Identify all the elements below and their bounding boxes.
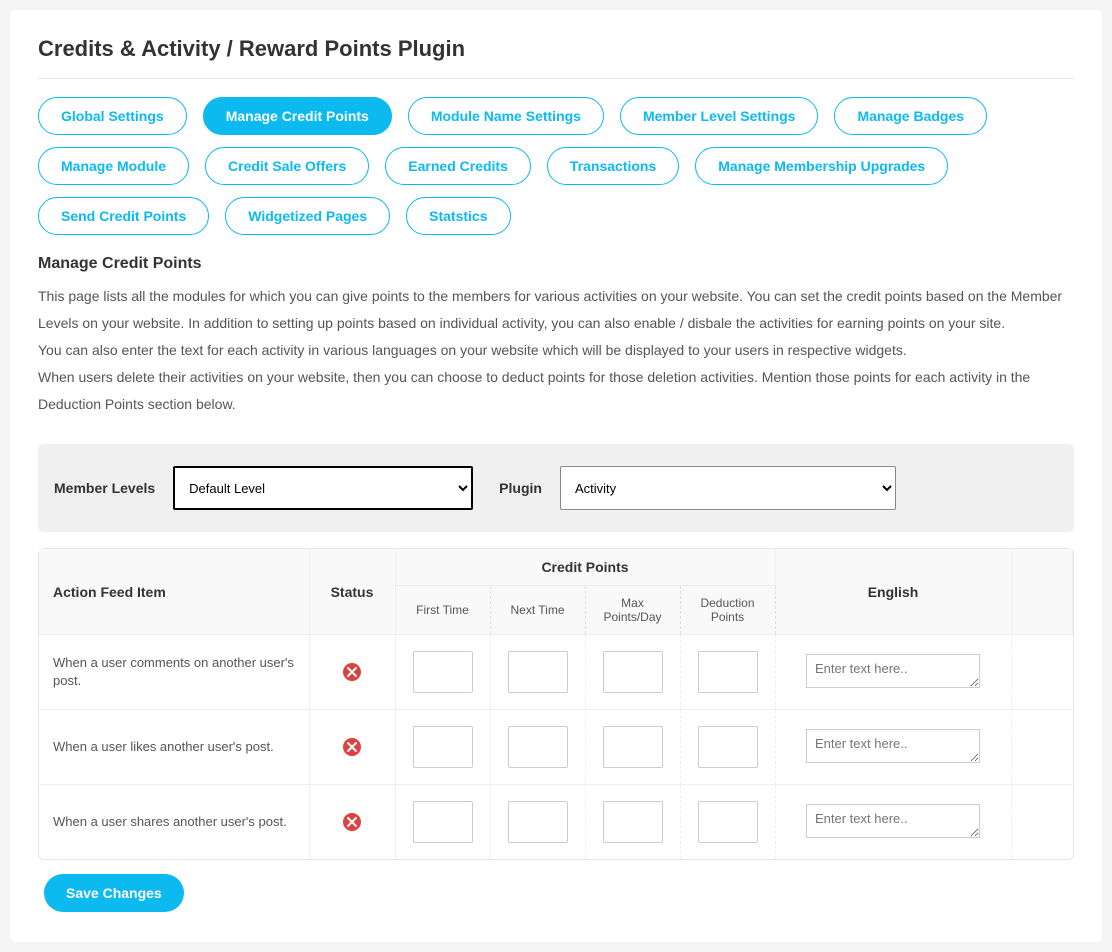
row-spacer	[1011, 710, 1073, 785]
page-title: Credits & Activity / Reward Points Plugi…	[38, 36, 1074, 79]
th-max-points: Max Points/Day	[585, 586, 680, 635]
tab-member-level-settings[interactable]: Member Level Settings	[620, 97, 819, 135]
tab-module-name-settings[interactable]: Module Name Settings	[408, 97, 604, 135]
max-points-input[interactable]	[603, 801, 663, 843]
tab-bar: Global Settings Manage Credit Points Modul…	[38, 79, 1074, 249]
th-deduction: Deduction Points	[680, 586, 775, 635]
section-title: Manage Credit Points	[38, 255, 1074, 273]
th-next-time: Next Time	[490, 586, 585, 635]
first-time-input[interactable]	[413, 726, 473, 768]
table-row: When a user comments on another user's p…	[39, 635, 1073, 710]
member-level-select[interactable]: Default Level	[173, 466, 473, 510]
first-time-input[interactable]	[413, 651, 473, 693]
deduction-input[interactable]	[698, 801, 758, 843]
tab-manage-credit-points[interactable]: Manage Credit Points	[203, 97, 392, 135]
action-text: When a user likes another user's post.	[39, 710, 309, 785]
th-english: English	[775, 549, 1011, 635]
english-text-input[interactable]	[806, 804, 980, 838]
status-cell	[309, 710, 395, 785]
status-cell	[309, 785, 395, 860]
tab-global-settings[interactable]: Global Settings	[38, 97, 187, 135]
filter-bar: Member Levels Default Level Plugin Activ…	[38, 444, 1074, 532]
table-body: When a user comments on another user's p…	[39, 635, 1073, 860]
deduction-input[interactable]	[698, 651, 758, 693]
next-time-input[interactable]	[508, 651, 568, 693]
th-status: Status	[309, 549, 395, 635]
credit-points-table: Action Feed Item Status Credit Points En…	[38, 548, 1074, 860]
table-row: When a user shares another user's post.	[39, 785, 1073, 860]
th-spacer	[1011, 549, 1073, 635]
description-paragraph: This page lists all the modules for whic…	[38, 283, 1074, 337]
th-credit-points: Credit Points	[395, 549, 775, 586]
action-text: When a user comments on another user's p…	[39, 635, 309, 710]
deduction-input[interactable]	[698, 726, 758, 768]
english-text-input[interactable]	[806, 729, 980, 763]
plugin-select[interactable]: Activity	[560, 466, 896, 510]
tab-transactions[interactable]: Transactions	[547, 147, 679, 185]
next-time-input[interactable]	[508, 726, 568, 768]
page-container: Credits & Activity / Reward Points Plugi…	[10, 10, 1102, 942]
tab-manage-membership-upgrades[interactable]: Manage Membership Upgrades	[695, 147, 948, 185]
th-action: Action Feed Item	[39, 549, 309, 635]
save-changes-button[interactable]: Save Changes	[44, 874, 184, 912]
status-cell	[309, 635, 395, 710]
tab-credit-sale-offers[interactable]: Credit Sale Offers	[205, 147, 369, 185]
tab-statstics[interactable]: Statstics	[406, 197, 510, 235]
description-paragraph: You can also enter the text for each act…	[38, 337, 1074, 364]
status-disabled-icon[interactable]	[343, 663, 361, 681]
first-time-input[interactable]	[413, 801, 473, 843]
tab-send-credit-points[interactable]: Send Credit Points	[38, 197, 209, 235]
tab-widgetized-pages[interactable]: Widgetized Pages	[225, 197, 390, 235]
row-spacer	[1011, 785, 1073, 860]
plugin-label: Plugin	[499, 480, 542, 496]
table-row: When a user likes another user's post.	[39, 710, 1073, 785]
max-points-input[interactable]	[603, 726, 663, 768]
status-disabled-icon[interactable]	[343, 738, 361, 756]
th-first-time: First Time	[395, 586, 490, 635]
tab-manage-module[interactable]: Manage Module	[38, 147, 189, 185]
action-text: When a user shares another user's post.	[39, 785, 309, 860]
tab-manage-badges[interactable]: Manage Badges	[834, 97, 987, 135]
next-time-input[interactable]	[508, 801, 568, 843]
status-disabled-icon[interactable]	[343, 813, 361, 831]
description-paragraph: When users delete their activities on yo…	[38, 364, 1074, 418]
english-text-input[interactable]	[806, 654, 980, 688]
row-spacer	[1011, 635, 1073, 710]
tab-earned-credits[interactable]: Earned Credits	[385, 147, 531, 185]
member-level-label: Member Levels	[54, 480, 155, 496]
max-points-input[interactable]	[603, 651, 663, 693]
